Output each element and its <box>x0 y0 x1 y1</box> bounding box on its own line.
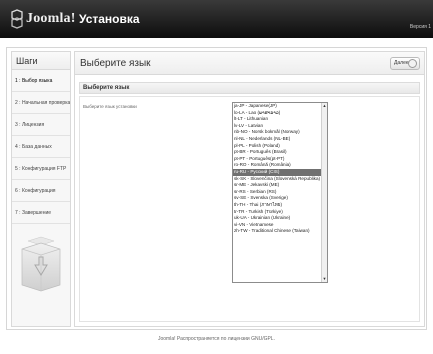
language-option[interactable]: pt-PT - Português(pt-PT) <box>233 156 327 163</box>
language-option[interactable]: ja-JP - Japanese(JP) <box>233 103 327 110</box>
language-option[interactable]: pt-BR - Português (Brasil) <box>233 149 327 156</box>
footer-text: Joomla! Распространяется по лицензии GNU… <box>158 336 275 342</box>
install-box-icon <box>21 236 61 292</box>
version-label: Версия 1 <box>409 24 431 30</box>
language-select[interactable]: ja-JP - Japanese(JP) lo-LA - Lao (ພາສາລາວ… <box>232 102 328 283</box>
steps-sidebar: Шаги 1 : Выбор языка 2 : Начальная провер… <box>11 51 71 327</box>
next-button[interactable]: Далее <box>390 57 420 70</box>
installer-page: Шаги 1 : Выбор языка 2 : Начальная провер… <box>6 47 427 330</box>
language-option[interactable]: lt-LT - Lithuanian <box>233 116 327 123</box>
sidebar-step[interactable]: 5 : Конфигурация FTP <box>12 158 70 180</box>
sidebar-step[interactable]: 6 : Конфигурация <box>12 180 70 202</box>
language-field-label: Выберите язык установки <box>83 104 137 109</box>
language-option[interactable]: uk-UA - Ukrainian (Ukraine) <box>233 215 327 222</box>
joomla-logo-icon <box>11 9 23 29</box>
language-option[interactable]: th-TH - Thai (ภาษาไทย) <box>233 202 327 209</box>
language-option[interactable]: vi-VN - Vietnamese <box>233 222 327 229</box>
steps-list: 1 : Выбор языка 2 : Начальная проверка 3 :… <box>12 70 70 224</box>
language-option[interactable]: tr-TR - Turkish (Türkiye) <box>233 209 327 216</box>
language-scrollbar[interactable]: ▲ ▼ <box>321 103 327 282</box>
language-option[interactable]: pl-PL - Polish (Poland) <box>233 143 327 150</box>
language-option[interactable]: nb-NO - Norsk bokmål (Norway) <box>233 129 327 136</box>
language-option[interactable]: nl-NL - Nederlands (NL-BE) <box>233 136 327 143</box>
sidebar-title: Шаги <box>12 52 70 70</box>
section-title: Выберите язык <box>79 82 420 94</box>
language-panel: Выберите язык установки ja-JP - Japanese… <box>79 96 420 322</box>
step-heading: Выберите язык <box>80 58 151 69</box>
scroll-down-icon[interactable]: ▼ <box>322 276 327 282</box>
joomla-logo-text: Joomla! <box>26 11 76 26</box>
arrow-right-icon <box>408 59 417 68</box>
language-option[interactable]: ro-RO - Română (România) <box>233 162 327 169</box>
language-option[interactable]: zh-TW - Traditional Chinese (Taiwan) <box>233 228 327 235</box>
language-option[interactable]: lv-LV - Latvian <box>233 123 327 130</box>
sidebar-step[interactable]: 3 : Лицензия <box>12 114 70 136</box>
language-options: ja-JP - Japanese(JP) lo-LA - Lao (ພາສາລາວ… <box>233 103 327 235</box>
next-button-label: Далее <box>394 60 409 66</box>
sidebar-step[interactable]: 1 : Выбор языка <box>12 70 70 92</box>
language-option[interactable]: sr-ME - Jekavski (ME) <box>233 182 327 189</box>
page-title: Установка <box>79 12 140 26</box>
language-option[interactable]: lo-LA - Lao (ພາສາລາວ) <box>233 110 327 117</box>
language-option[interactable]: sv-SE - Svenska (Sverige) <box>233 195 327 202</box>
main-toolbar: Выберите язык Далее <box>75 52 424 75</box>
main-panel: Выберите язык Далее Выберите язык Выбери… <box>74 51 425 327</box>
sidebar-step[interactable]: 4 : База данных <box>12 136 70 158</box>
sidebar-step[interactable]: 7 : Завершение <box>12 202 70 224</box>
scroll-up-icon[interactable]: ▲ <box>322 103 327 109</box>
language-option[interactable]: sk-SK - Slovenčina (Slovenská Republika) <box>233 176 327 183</box>
language-option[interactable]: ru-RU - Русский (CIS) <box>233 168 327 176</box>
language-option[interactable]: sr-RS - Serbian (RS) <box>233 189 327 196</box>
sidebar-step[interactable]: 2 : Начальная проверка <box>12 92 70 114</box>
header-bar: Joomla! Установка Версия 1 <box>0 0 433 38</box>
